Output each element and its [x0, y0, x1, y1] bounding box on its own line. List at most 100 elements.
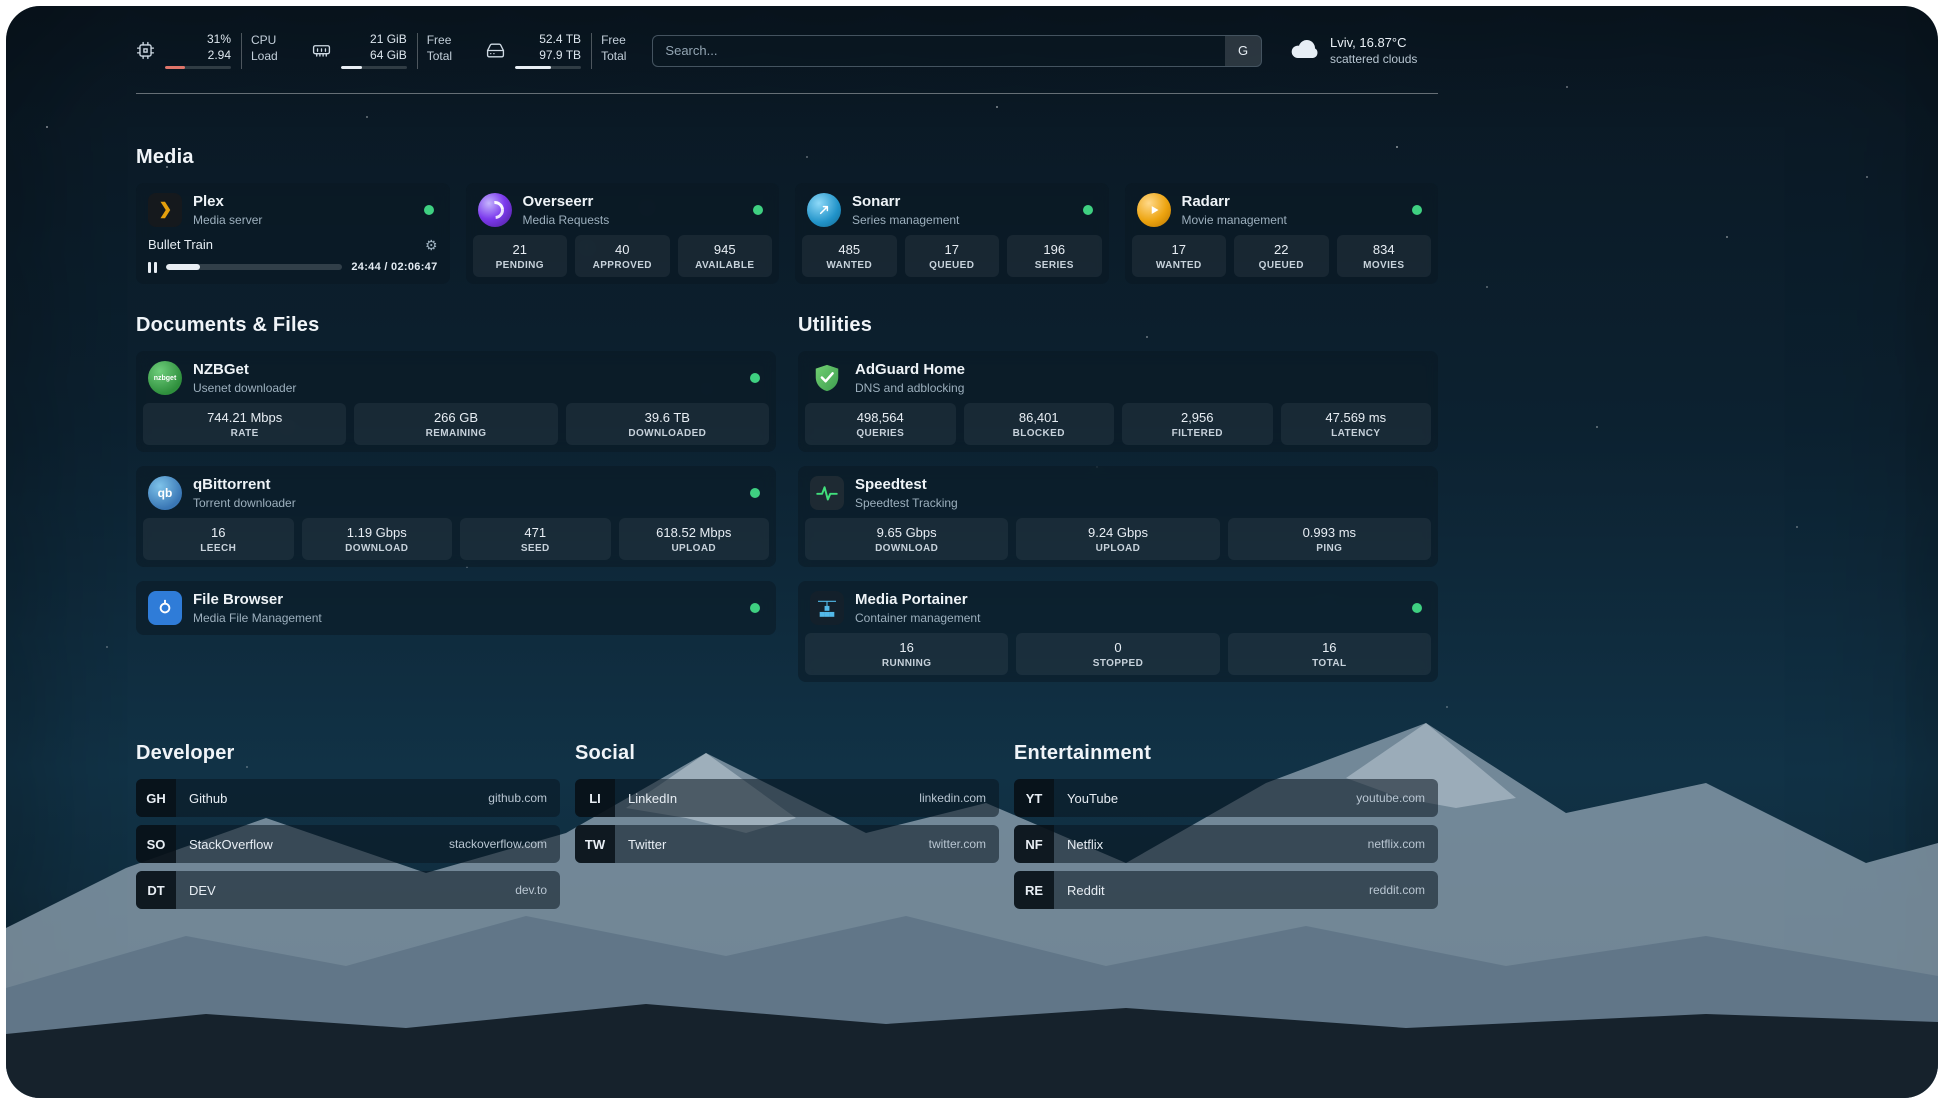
bookmark-reddit[interactable]: RE Reddit reddit.com [1014, 871, 1438, 909]
playback-controls: 24:44 / 02:06:47 [143, 252, 443, 277]
service-card-overseerr[interactable]: Overseerr Media Requests 21 PENDING 40 A… [466, 183, 780, 284]
service-card-nzbget[interactable]: nzbget NZBGet Usenet downloader 744.21 M… [136, 351, 776, 452]
bookmark-dev[interactable]: DT DEV dev.to [136, 871, 560, 909]
search-input[interactable] [652, 35, 1262, 67]
speedtest-icon [810, 476, 844, 510]
bookmark-abbr: DT [136, 871, 176, 909]
settings-gear-icon[interactable]: ⚙ [425, 238, 438, 252]
service-name: Overseerr [523, 193, 610, 211]
disk-labels: Free Total [591, 33, 626, 69]
stat-filtered: 2,956 FILTERED [1122, 403, 1273, 445]
ram-usage-bar [341, 66, 407, 69]
pause-icon[interactable] [148, 262, 157, 273]
service-name: Plex [193, 193, 262, 211]
status-online-dot [753, 205, 763, 215]
service-name: NZBGet [193, 361, 296, 379]
status-online-dot [750, 488, 760, 498]
qbittorrent-icon: qb [148, 476, 182, 510]
bookmark-netflix[interactable]: NF Netflix netflix.com [1014, 825, 1438, 863]
stat-queued: 17 QUEUED [905, 235, 1000, 277]
topbar-divider [136, 93, 1438, 94]
service-name: Radarr [1182, 193, 1287, 211]
middle-columns: Documents & Files nzbget NZBGet Usenet d… [136, 284, 1438, 696]
service-card-portainer[interactable]: Media Portainer Container management 16 … [798, 581, 1438, 682]
service-name: qBittorrent [193, 476, 296, 494]
service-description: Movie management [1182, 213, 1287, 227]
service-card-speedtest[interactable]: Speedtest Speedtest Tracking 9.65 Gbps D… [798, 466, 1438, 567]
adguard-shield-icon [810, 361, 844, 395]
service-name: File Browser [193, 591, 322, 609]
service-description: Container management [855, 611, 980, 625]
service-stats: 16 LEECH 1.19 Gbps DOWNLOAD 471 SEED 6 [143, 518, 769, 560]
bookmark-abbr: SO [136, 825, 176, 863]
bookmark-abbr: RE [1014, 871, 1054, 909]
weather-condition: scattered clouds [1330, 52, 1417, 66]
service-card-adguard[interactable]: AdGuard Home DNS and adblocking 498,564 … [798, 351, 1438, 452]
service-name: Sonarr [852, 193, 959, 211]
service-card-radarr[interactable]: Radarr Movie management 17 WANTED 22 QUE… [1125, 183, 1439, 284]
stat-wanted: 17 WANTED [1132, 235, 1227, 277]
service-description: DNS and adblocking [855, 381, 965, 395]
ram-labels: Free Total [417, 33, 452, 69]
status-online-dot [1412, 603, 1422, 613]
service-card-filebrowser[interactable]: File Browser Media File Management [136, 581, 776, 635]
cpu-load: 2.94 [208, 48, 231, 63]
stat-available: 945 AVAILABLE [678, 235, 773, 277]
service-stats: 744.21 Mbps RATE 266 GB REMAINING 39.6 T… [143, 403, 769, 445]
weather-location: Lviv, 16.87°C [1330, 35, 1417, 50]
service-description: Usenet downloader [193, 381, 296, 395]
cpu-usage-bar [165, 66, 231, 69]
service-description: Media Requests [523, 213, 610, 227]
stat-ping: 0.993 ms PING [1228, 518, 1431, 560]
bookmark-stackoverflow[interactable]: SO StackOverflow stackoverflow.com [136, 825, 560, 863]
radarr-icon [1137, 193, 1171, 227]
stat-movies: 834 MOVIES [1337, 235, 1432, 277]
disk-usage-bar [515, 66, 581, 69]
disk-free: 52.4 TB [539, 32, 581, 47]
search-provider-button[interactable]: G [1225, 36, 1261, 66]
stat-pending: 21 PENDING [473, 235, 568, 277]
weather-widget: Lviv, 16.87°C scattered clouds [1288, 35, 1438, 66]
ram-resource-widget: 21 GiB 64 GiB Free Total [312, 32, 452, 69]
status-online-dot [1083, 205, 1093, 215]
stat-upload: 9.24 Gbps UPLOAD [1016, 518, 1219, 560]
stat-queued: 22 QUEUED [1234, 235, 1329, 277]
bookmark-youtube[interactable]: YT YouTube youtube.com [1014, 779, 1438, 817]
portainer-icon [810, 591, 844, 625]
stat-upload: 618.52 Mbps UPLOAD [619, 518, 770, 560]
status-online-dot [750, 603, 760, 613]
section-title-social: Social [575, 742, 999, 765]
playback-progress-bar[interactable] [166, 264, 342, 270]
stat-wanted: 485 WANTED [802, 235, 897, 277]
section-title-documents: Documents & Files [136, 314, 776, 337]
stat-stopped: 0 STOPPED [1016, 633, 1219, 675]
bookmark-linkedin[interactable]: LI LinkedIn linkedin.com [575, 779, 999, 817]
service-name: Speedtest [855, 476, 958, 494]
overseerr-icon [478, 193, 512, 227]
ram-values: 21 GiB 64 GiB [341, 32, 407, 69]
disk-values: 52.4 TB 97.9 TB [515, 32, 581, 69]
utilities-section: Utilities [798, 284, 1438, 696]
dashboard-screen: 31% 2.94 CPU Load [6, 6, 1938, 1098]
service-card-sonarr[interactable]: Sonarr Series management 485 WANTED 17 Q… [795, 183, 1109, 284]
stat-seed: 471 SEED [460, 518, 611, 560]
bookmark-github[interactable]: GH Github github.com [136, 779, 560, 817]
disk-resource-widget: 52.4 TB 97.9 TB Free Total [486, 32, 626, 69]
cpu-resource-widget: 31% 2.94 CPU Load [136, 32, 278, 69]
status-online-dot [1412, 205, 1422, 215]
plex-icon [148, 193, 182, 227]
bookmark-abbr: TW [575, 825, 615, 863]
bookmark-twitter[interactable]: TW Twitter twitter.com [575, 825, 999, 863]
bookmark-abbr: GH [136, 779, 176, 817]
plex-text: Plex Media server [193, 193, 262, 227]
top-bar: 31% 2.94 CPU Load [136, 32, 1438, 69]
service-card-plex[interactable]: Plex Media server Bullet Train ⚙ 24:44 /… [136, 183, 450, 284]
service-card-qbittorrent[interactable]: qb qBittorrent Torrent downloader 16 LEE… [136, 466, 776, 567]
section-title-entertainment: Entertainment [1014, 742, 1438, 765]
stat-leech: 16 LEECH [143, 518, 294, 560]
hard-drive-icon [486, 41, 505, 60]
bookmark-abbr: LI [575, 779, 615, 817]
disk-total: 97.9 TB [539, 48, 581, 63]
now-playing-row: Bullet Train ⚙ [143, 235, 443, 252]
filebrowser-icon [148, 591, 182, 625]
